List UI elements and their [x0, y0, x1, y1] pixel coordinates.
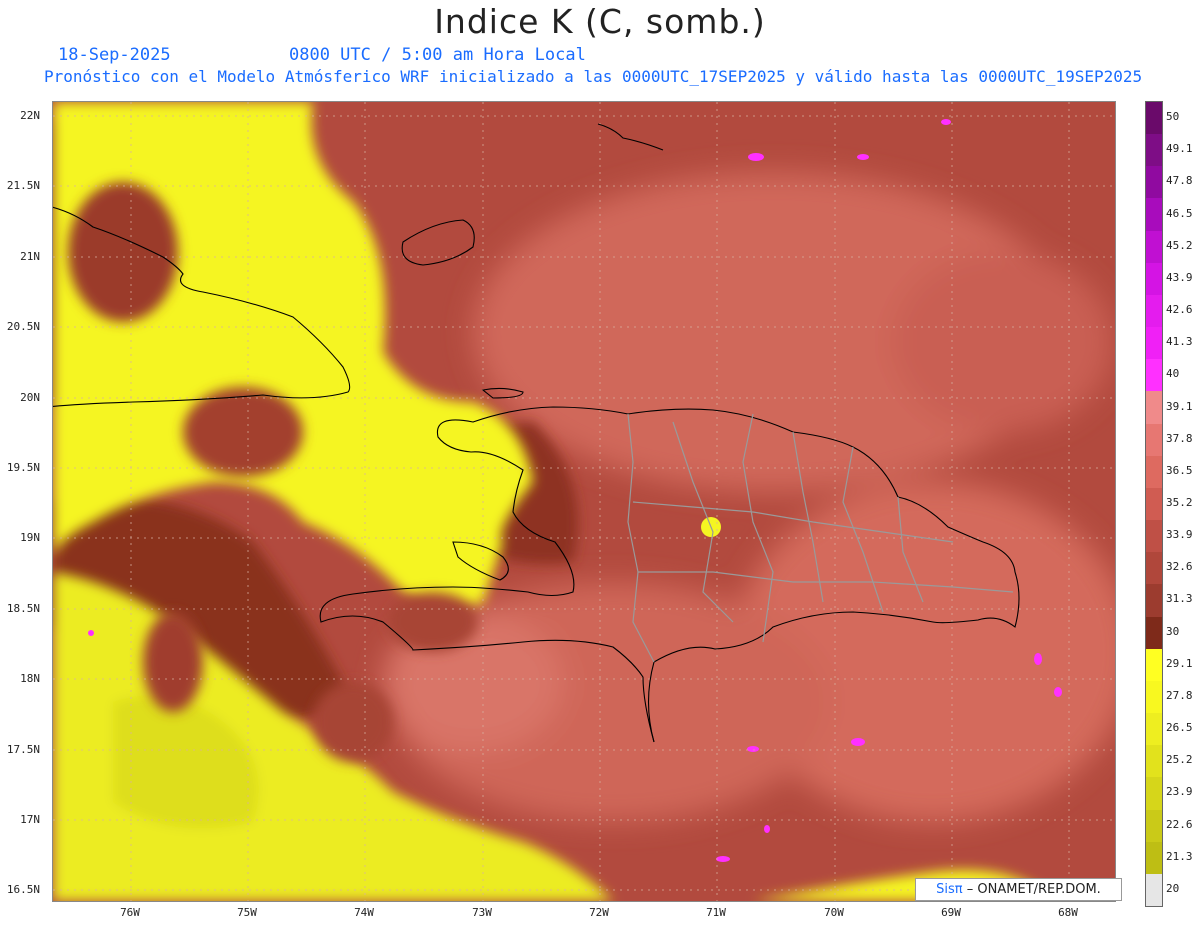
colorbar-label: 41.3: [1166, 335, 1193, 349]
colorbar-segment: [1146, 391, 1162, 425]
colorbar-label: 21.3: [1166, 849, 1193, 863]
colorbar-label: 20: [1166, 881, 1180, 895]
credit-org: – ONAMET/REP.DOM.: [966, 882, 1101, 897]
colorbar-segment: [1146, 777, 1162, 811]
lat-label: 22N: [20, 109, 40, 122]
colorbar-segment: [1146, 520, 1162, 553]
colorbar-segment: [1146, 327, 1162, 360]
colorbar-segment: [1146, 134, 1162, 167]
model-info: Pronóstico con el Modelo Atmósferico WRF…: [44, 67, 1143, 86]
colorbar-label: 50: [1166, 110, 1180, 124]
lat-label: 19N: [20, 531, 40, 544]
colorbar-label: 49.1: [1166, 142, 1193, 156]
colorbar-label: 42.6: [1166, 303, 1193, 317]
colorbar-label: 39.1: [1166, 399, 1193, 413]
colorbar-label: 32.6: [1166, 560, 1193, 574]
colorbar-label: 29.1: [1166, 656, 1193, 670]
lat-label: 16.5N: [6, 883, 40, 896]
colorbar-segment: [1146, 166, 1162, 199]
colorbar-segment: [1146, 487, 1162, 521]
colorbar-segment: [1146, 713, 1162, 746]
lon-label: 76W: [120, 906, 140, 919]
colorbar-segment: [1146, 809, 1162, 843]
map-canvas: [53, 102, 1115, 901]
colorbar-label: 22.6: [1166, 817, 1193, 831]
k-index-map: [52, 101, 1116, 902]
map-title: Indice K (C, somb.): [434, 2, 766, 41]
colorbar-label: 45.2: [1166, 238, 1193, 252]
lon-label: 74W: [354, 906, 374, 919]
lon-label: 73W: [472, 906, 492, 919]
colorbar-segment: [1146, 198, 1162, 232]
colorbar-segment: [1146, 230, 1162, 264]
forecast-date: 18-Sep-2025: [58, 45, 171, 65]
lon-label: 70W: [824, 906, 844, 919]
colorbar-segment: [1146, 584, 1162, 618]
lat-label: 21.5N: [6, 179, 40, 192]
colorbar-segment: [1146, 841, 1162, 875]
lat-label: 17.5N: [6, 743, 40, 756]
colorbar-label: 40: [1166, 367, 1180, 381]
colorbar-segment: [1146, 745, 1162, 778]
lat-label: 18N: [20, 672, 40, 685]
colorbar-segment: [1146, 455, 1162, 489]
colorbar-segment: [1146, 102, 1162, 135]
lon-label: 72W: [589, 906, 609, 919]
credit-box: Sisπ – ONAMET/REP.DOM.: [915, 878, 1122, 901]
lat-label: 20.5N: [6, 320, 40, 333]
lon-label: 68W: [1058, 906, 1078, 919]
lat-label: 20N: [20, 391, 40, 404]
colorbar-label: 36.5: [1166, 463, 1193, 477]
colorbar-label: 47.8: [1166, 174, 1193, 188]
colorbar-label: 35.2: [1166, 496, 1193, 509]
colorbar-label: 37.8: [1166, 431, 1193, 445]
lon-label: 75W: [237, 906, 257, 919]
colorbar-segment: [1146, 616, 1162, 650]
colorbar-label: 25.2: [1166, 753, 1193, 767]
colorbar-label: 46.5: [1166, 206, 1193, 220]
colorbar-label: 23.9: [1166, 785, 1193, 799]
colorbar-label: 26.5: [1166, 721, 1193, 735]
lon-label: 71W: [706, 906, 726, 919]
lat-label: 18.5N: [6, 602, 40, 615]
forecast-time: 0800 UTC / 5:00 am Hora Local: [289, 45, 586, 65]
lat-label: 19.5N: [6, 461, 40, 474]
colorbar-segment: [1146, 423, 1162, 457]
colorbar-segment: [1146, 680, 1162, 714]
colorbar-label: 31.3: [1166, 592, 1193, 606]
colorbar-segment: [1146, 873, 1162, 907]
colorbar-label: 43.9: [1166, 270, 1193, 284]
colorbar-segment: [1146, 262, 1162, 296]
lat-label: 17N: [20, 813, 40, 826]
colorbar-label: 30: [1166, 624, 1180, 638]
lat-label: 21N: [20, 250, 40, 263]
colorbar: [1145, 101, 1163, 907]
lon-label: 69W: [941, 906, 961, 919]
colorbar-label: 27.8: [1166, 688, 1193, 702]
colorbar-segment: [1146, 648, 1162, 682]
sispi-logo-text: Sisπ: [936, 882, 963, 897]
colorbar-label: 33.9: [1166, 528, 1193, 542]
colorbar-segment: [1146, 552, 1162, 585]
colorbar-segment: [1146, 359, 1162, 392]
colorbar-segment: [1146, 294, 1162, 328]
